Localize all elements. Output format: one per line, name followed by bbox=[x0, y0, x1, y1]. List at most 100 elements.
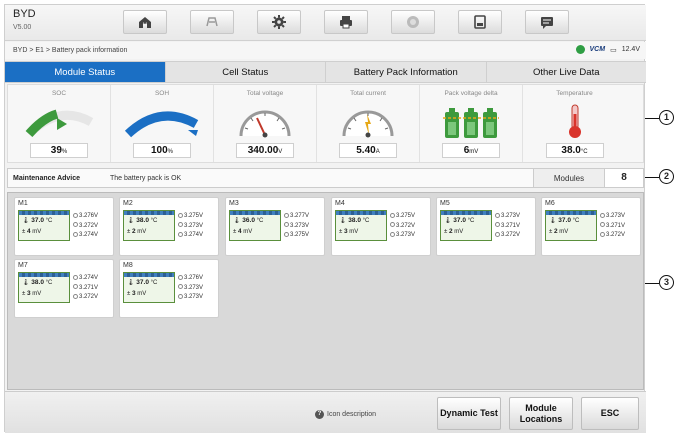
icon-description-link[interactable]: ? Icon description bbox=[315, 410, 376, 419]
app-window: BYD V5.00 M BYD > E1 > Battery pack info… bbox=[4, 4, 647, 433]
max-voltage-icon bbox=[73, 212, 78, 218]
esc-button[interactable]: ESC bbox=[581, 397, 639, 430]
min-voltage-icon bbox=[284, 222, 289, 228]
message-button[interactable] bbox=[525, 10, 569, 34]
battery-voltage: 12.4V bbox=[621, 46, 640, 53]
module-temperature: 🌡 36.0 °C bbox=[233, 217, 264, 224]
icon-description-label: Icon description bbox=[327, 411, 377, 418]
soc-arc-icon bbox=[25, 109, 94, 138]
message-icon bbox=[541, 17, 553, 29]
breadcrumb-bar: BYD > E1 > Battery pack information VCM … bbox=[5, 42, 646, 59]
question-icon: ? bbox=[315, 410, 324, 419]
modules-count: 8 bbox=[604, 169, 643, 187]
avg-voltage-icon bbox=[495, 231, 500, 237]
module-cell-voltages: 3.273V 3.271V 3.272V bbox=[600, 212, 625, 241]
module-pack-icon: 🌡 37.0 °C ± 2 mV bbox=[440, 210, 492, 241]
module-pack-icon: 🌡 37.0 °C ± 3 mV bbox=[123, 272, 175, 303]
print-button[interactable] bbox=[324, 10, 368, 34]
maintenance-advice-text: The battery pack is OK bbox=[110, 175, 182, 182]
module-grid: M1 🌡 37.0 °C ± 4 mV 3.276V 3.272V 3.274V… bbox=[7, 192, 644, 390]
callout-line bbox=[645, 177, 659, 178]
min-voltage-icon bbox=[73, 284, 78, 290]
modules-count-box: Modules 8 bbox=[533, 169, 643, 187]
brand: BYD V5.00 bbox=[13, 9, 36, 33]
module-temperature: 🌡 37.0 °C bbox=[127, 279, 158, 286]
module-temperature: 🌡 37.0 °C bbox=[549, 217, 580, 224]
total-current-value: 5.40A bbox=[339, 143, 397, 158]
soh-arc-icon bbox=[124, 111, 199, 138]
module-cell-voltages: 3.276V 3.273V 3.273V bbox=[178, 274, 203, 303]
gear-icon bbox=[272, 15, 286, 29]
module-card[interactable]: M5 🌡 37.0 °C ± 2 mV 3.273V 3.271V 3.272V bbox=[436, 197, 536, 256]
vcm-label: VCM bbox=[589, 46, 606, 53]
callout-line bbox=[645, 118, 659, 119]
tab-other-live-data[interactable]: Other Live Data bbox=[487, 62, 647, 82]
tab-battery-pack-information[interactable]: Battery Pack Information bbox=[326, 62, 487, 82]
svg-text:M: M bbox=[143, 23, 147, 29]
gauge-label: Temperature bbox=[556, 90, 593, 97]
settings-button[interactable] bbox=[257, 10, 301, 34]
module-card[interactable]: M1 🌡 37.0 °C ± 4 mV 3.276V 3.272V 3.274V bbox=[14, 197, 114, 256]
connection-status: VCM ▭ 12.4V bbox=[575, 45, 640, 54]
module-card[interactable]: M6 🌡 37.0 °C ± 2 mV 3.273V 3.271V 3.272V bbox=[541, 197, 641, 256]
maintenance-advice-label: Maintenance Advice bbox=[13, 175, 81, 182]
total-current-gauge: Total current 5.40A bbox=[317, 85, 420, 162]
callout-2: 2 bbox=[659, 169, 674, 184]
module-pack-icon: 🌡 37.0 °C ± 2 mV bbox=[545, 210, 597, 241]
module-name: M5 bbox=[440, 200, 450, 207]
app-version: V5.00 bbox=[13, 24, 32, 31]
help-icon bbox=[407, 16, 419, 28]
module-card[interactable]: M3 🌡 36.0 °C ± 4 mV 3.277V 3.273V 3.275V bbox=[225, 197, 325, 256]
module-name: M8 bbox=[123, 262, 133, 269]
soc-value: 39% bbox=[30, 143, 88, 158]
tab-cell-status[interactable]: Cell Status bbox=[166, 62, 326, 82]
save-button[interactable] bbox=[458, 10, 502, 34]
temperature-gauge: Temperature 38.0°C bbox=[523, 85, 626, 162]
module-card[interactable]: M7 🌡 38.0 °C ± 3 mV 3.274V 3.271V 3.272V bbox=[14, 259, 114, 318]
module-pack-icon: 🌡 37.0 °C ± 4 mV bbox=[18, 210, 70, 241]
module-cell-voltages: 3.273V 3.271V 3.272V bbox=[495, 212, 520, 241]
vehicle-button[interactable] bbox=[190, 10, 234, 34]
max-voltage-icon bbox=[495, 212, 500, 218]
module-locations-button[interactable]: Module Locations bbox=[509, 397, 573, 430]
maintenance-advice-bar: Maintenance Advice The battery pack is O… bbox=[7, 168, 644, 188]
callout-3: 3 bbox=[659, 275, 674, 290]
soh-gauge: SOH 100% bbox=[111, 85, 214, 162]
module-name: M4 bbox=[335, 200, 345, 207]
help-button[interactable] bbox=[391, 10, 435, 34]
callout-line bbox=[645, 283, 659, 284]
soc-gauge: SOC 39% bbox=[8, 85, 111, 162]
module-temperature: 🌡 38.0 °C bbox=[22, 279, 53, 286]
module-card[interactable]: M8 🌡 37.0 °C ± 3 mV 3.276V 3.273V 3.273V bbox=[119, 259, 219, 318]
home-button[interactable]: M bbox=[123, 10, 167, 34]
gauge-label: Total voltage bbox=[246, 90, 284, 97]
module-card[interactable]: M2 🌡 38.0 °C ± 2 mV 3.275V 3.273V 3.274V bbox=[119, 197, 219, 256]
dynamic-test-button[interactable]: Dynamic Test bbox=[437, 397, 501, 430]
connected-icon bbox=[575, 45, 585, 54]
gauge-label: Total current bbox=[350, 90, 386, 97]
soh-value: 100% bbox=[133, 143, 191, 158]
module-voltage-delta: ± 2 mV bbox=[549, 228, 569, 235]
min-voltage-icon bbox=[178, 222, 183, 228]
gauge-label: SOC bbox=[51, 90, 67, 97]
module-name: M1 bbox=[18, 200, 28, 207]
module-voltage-delta: ± 2 mV bbox=[444, 228, 464, 235]
brand-name: BYD bbox=[13, 8, 36, 20]
avg-voltage-icon bbox=[600, 231, 605, 237]
module-card[interactable]: M4 🌡 38.0 °C ± 3 mV 3.275V 3.272V 3.273V bbox=[331, 197, 431, 256]
module-voltage-delta: ± 4 mV bbox=[22, 228, 42, 235]
module-voltage-delta: ± 3 mV bbox=[339, 228, 359, 235]
current-dial-icon bbox=[342, 110, 394, 138]
module-pack-icon: 🌡 38.0 °C ± 2 mV bbox=[123, 210, 175, 241]
avg-voltage-icon bbox=[73, 231, 78, 237]
module-name: M3 bbox=[229, 200, 239, 207]
module-voltage-delta: ± 3 mV bbox=[22, 290, 42, 297]
tab-module-status[interactable]: Module Status bbox=[5, 62, 166, 82]
max-voltage-icon bbox=[178, 274, 183, 280]
avg-voltage-icon bbox=[390, 231, 395, 237]
module-voltage-delta: ± 2 mV bbox=[127, 228, 147, 235]
module-name: M7 bbox=[18, 262, 28, 269]
min-voltage-icon bbox=[495, 222, 500, 228]
avg-voltage-icon bbox=[284, 231, 289, 237]
module-pack-icon: 🌡 38.0 °C ± 3 mV bbox=[18, 272, 70, 303]
